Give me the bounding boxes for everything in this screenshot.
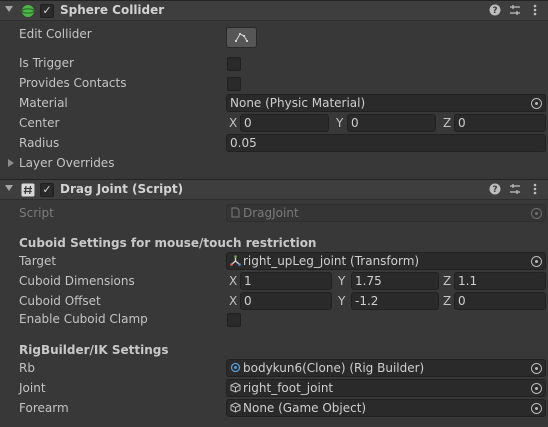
- forearm-field[interactable]: None (Game Object): [226, 399, 546, 417]
- script-label: Script: [19, 206, 54, 220]
- svg-text:?: ?: [492, 185, 497, 195]
- cuboid-dimensions-x-label: X: [229, 274, 238, 288]
- foldout-arrow-icon[interactable]: [5, 6, 13, 12]
- center-z-label: Z: [443, 116, 452, 130]
- center-y-field[interactable]: 0: [347, 114, 436, 132]
- target-field[interactable]: right_upLeg_joint (Transform): [226, 252, 546, 270]
- joint-value: right_foot_joint: [243, 381, 334, 395]
- joint-label: Joint: [19, 381, 46, 395]
- provides-contacts-label: Provides Contacts: [19, 76, 127, 90]
- edit-collider-label: Edit Collider: [19, 27, 92, 41]
- component-title: Sphere Collider: [60, 3, 165, 17]
- svg-text:?: ?: [492, 6, 497, 16]
- cuboid-dimensions-x-value: 1: [244, 274, 252, 288]
- gameobject-cube-icon: [230, 402, 241, 413]
- script-hash-icon: [21, 183, 35, 197]
- provides-contacts-checkbox[interactable]: [227, 77, 241, 91]
- joint-field[interactable]: right_foot_joint: [226, 379, 546, 397]
- radius-field[interactable]: 0.05: [226, 134, 546, 152]
- cuboid-offset-x-label: X: [229, 294, 238, 308]
- radius-label: Radius: [19, 136, 60, 150]
- cuboid-dimensions-y-label: Y: [338, 274, 346, 288]
- cuboid-offset-z-field[interactable]: 0: [454, 292, 546, 310]
- cuboid-dimensions-y-value: 1.75: [355, 274, 382, 288]
- cuboid-offset-y-field[interactable]: -1.2: [351, 292, 439, 310]
- cuboid-dimensions-z-label: Z: [443, 274, 452, 288]
- center-label: Center: [19, 116, 60, 130]
- is-trigger-checkbox[interactable]: [227, 57, 241, 71]
- sphere-collider-header[interactable]: ✓ Sphere Collider ?: [0, 0, 548, 21]
- cuboid-dimensions-y-field[interactable]: 1.75: [351, 272, 439, 290]
- cuboid-offset-x-field[interactable]: 0: [240, 292, 332, 310]
- material-value: None (Physic Material): [230, 96, 366, 110]
- presets-icon[interactable]: [508, 183, 522, 197]
- cuboid-offset-y-value: -1.2: [355, 294, 379, 308]
- gameobject-cube-icon: [230, 382, 241, 393]
- cuboid-dimensions-label: Cuboid Dimensions: [19, 274, 135, 288]
- help-icon[interactable]: ?: [488, 183, 502, 197]
- component-title: Drag Joint (Script): [60, 182, 184, 196]
- target-value: right_upLeg_joint (Transform): [243, 254, 420, 268]
- sphere-collider-icon: [21, 5, 35, 17]
- cuboid-settings-header: Cuboid Settings for mouse/touch restrict…: [19, 236, 317, 250]
- forearm-label: Forearm: [19, 401, 69, 415]
- center-x-field[interactable]: 0: [240, 114, 329, 132]
- center-y-label: Y: [336, 116, 344, 130]
- cuboid-dimensions-x-field[interactable]: 1: [240, 272, 332, 290]
- forearm-value: None (Game Object): [243, 401, 367, 415]
- object-picker-icon[interactable]: [531, 256, 542, 267]
- object-picker-icon[interactable]: [531, 383, 542, 394]
- object-picker-icon[interactable]: [531, 403, 542, 414]
- center-z-field[interactable]: 0: [454, 114, 546, 132]
- cuboid-offset-z-label: Z: [443, 294, 452, 308]
- rig-settings-header: RigBuilder/IK Settings: [19, 343, 169, 357]
- script-value: DragJoint: [243, 206, 299, 220]
- kebab-menu-icon[interactable]: [528, 183, 542, 197]
- edit-collider-icon: [235, 33, 248, 42]
- edit-collider-button[interactable]: [226, 27, 257, 48]
- cuboid-offset-z-value: 0: [458, 294, 466, 308]
- help-icon[interactable]: ?: [488, 4, 502, 18]
- drag-joint-enabled-checkbox[interactable]: ✓: [40, 183, 54, 197]
- drag-joint-header[interactable]: ✓ Drag Joint (Script) ?: [0, 179, 548, 200]
- layer-overrides-label[interactable]: Layer Overrides: [19, 156, 114, 170]
- transform-icon: [230, 255, 241, 266]
- center-x-label: X: [229, 116, 238, 130]
- center-z-value: 0: [458, 116, 466, 130]
- material-field[interactable]: None (Physic Material): [226, 94, 546, 112]
- object-picker-icon: [531, 208, 542, 219]
- radius-value: 0.05: [230, 136, 257, 150]
- foldout-arrow-icon[interactable]: [5, 185, 13, 191]
- kebab-menu-icon[interactable]: [528, 4, 542, 18]
- presets-icon[interactable]: [508, 4, 522, 18]
- enable-cuboid-clamp-checkbox[interactable]: [227, 313, 241, 327]
- object-picker-icon[interactable]: [531, 363, 542, 374]
- sphere-collider-enabled-checkbox[interactable]: ✓: [40, 4, 54, 18]
- enable-cuboid-clamp-label: Enable Cuboid Clamp: [19, 312, 148, 326]
- object-picker-icon[interactable]: [531, 98, 542, 109]
- cuboid-dimensions-z-value: 1.1: [458, 274, 478, 288]
- rig-builder-icon: [230, 362, 241, 373]
- material-label: Material: [19, 96, 68, 110]
- rb-value: bodykun6(Clone) (Rig Builder): [243, 361, 425, 375]
- script-field: DragJoint: [226, 204, 546, 222]
- cuboid-offset-y-label: Y: [338, 294, 346, 308]
- rb-field[interactable]: bodykun6(Clone) (Rig Builder): [226, 359, 546, 377]
- cuboid-offset-label: Cuboid Offset: [19, 294, 101, 308]
- target-label: Target: [19, 254, 57, 268]
- rb-label: Rb: [19, 361, 35, 375]
- center-y-value: 0: [351, 116, 359, 130]
- layer-overrides-foldout-icon[interactable]: [8, 159, 14, 167]
- cuboid-offset-x-value: 0: [244, 294, 252, 308]
- script-file-icon: [231, 207, 240, 218]
- center-x-value: 0: [244, 116, 252, 130]
- is-trigger-label: Is Trigger: [19, 56, 74, 70]
- cuboid-dimensions-z-field[interactable]: 1.1: [454, 272, 546, 290]
